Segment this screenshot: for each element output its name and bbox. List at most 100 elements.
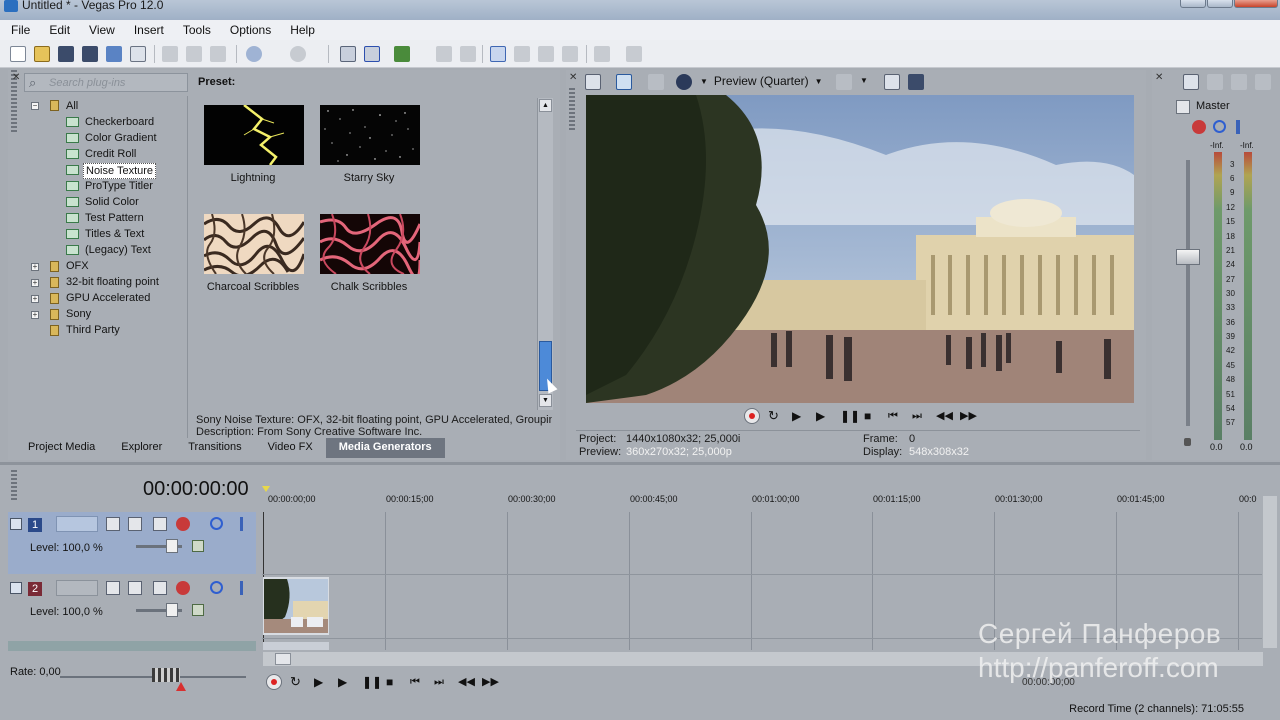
- motion-icon[interactable]: [128, 581, 142, 595]
- next-frame-icon[interactable]: ▶▶: [960, 408, 977, 424]
- loop-playback-icon[interactable]: ↻: [768, 408, 784, 424]
- stop-icon[interactable]: ■: [386, 674, 402, 690]
- menu-options[interactable]: Options: [219, 23, 279, 37]
- preview-fx-icon[interactable]: [676, 74, 692, 90]
- compositing-icon[interactable]: [153, 517, 167, 531]
- tab-video-fx[interactable]: Video FX: [255, 438, 326, 458]
- level-slider-handle[interactable]: [166, 603, 178, 617]
- preview-properties-icon[interactable]: [585, 74, 601, 90]
- track-options-icon[interactable]: [192, 540, 204, 552]
- tree-item-third-party[interactable]: Third Party: [66, 324, 120, 336]
- tree-item-protype-titler[interactable]: ProType Titler: [85, 180, 153, 192]
- timeline-grip[interactable]: [11, 470, 17, 500]
- external-monitor-icon[interactable]: [616, 74, 632, 90]
- help-pointer-icon[interactable]: [626, 46, 642, 62]
- overlays-icon[interactable]: [836, 74, 852, 90]
- close-panel-icon[interactable]: ✕: [12, 72, 20, 83]
- tree-item-ofx[interactable]: OFX: [66, 260, 89, 272]
- close-preview-icon[interactable]: ✕: [569, 72, 577, 83]
- playhead-marker-icon[interactable]: [262, 486, 270, 492]
- tab-media-generators[interactable]: Media Generators: [325, 438, 445, 458]
- save-snapshot-icon[interactable]: [908, 74, 924, 90]
- track-mute-icon[interactable]: [210, 581, 223, 594]
- ignore-grouping-icon[interactable]: [460, 46, 476, 62]
- time-ruler[interactable]: 00:00:00;00 00:00:15;00 00:00:30;00 00:0…: [262, 494, 1262, 512]
- normal-edit-tool-icon[interactable]: [490, 46, 506, 62]
- tab-explorer[interactable]: Explorer: [108, 438, 175, 458]
- tree-item-32bit[interactable]: 32-bit floating point: [66, 276, 159, 288]
- tree-item-test-pattern[interactable]: Test Pattern: [85, 212, 144, 224]
- master-fx-icon[interactable]: [1192, 120, 1206, 134]
- menu-tools[interactable]: Tools: [172, 23, 219, 37]
- track-3-header-partial[interactable]: [8, 641, 256, 651]
- master-lock-icon[interactable]: [1184, 438, 1191, 446]
- wand-icon[interactable]: [594, 46, 610, 62]
- go-to-start-icon[interactable]: ⏮: [410, 674, 426, 690]
- track-name-field[interactable]: [56, 580, 98, 596]
- open-folder-icon[interactable]: [34, 46, 50, 62]
- tree-item-credit-roll[interactable]: Credit Roll: [85, 148, 136, 160]
- overlays-dropdown-icon[interactable]: ▼: [860, 76, 868, 85]
- expand-32bit-toggle[interactable]: +: [31, 279, 39, 287]
- menu-file[interactable]: File: [0, 23, 38, 37]
- go-to-start-icon[interactable]: ⏮: [888, 408, 904, 424]
- preset-thumb-starry-sky[interactable]: [320, 105, 420, 165]
- tree-item-solid-color[interactable]: Solid Color: [85, 196, 139, 208]
- close-master-icon[interactable]: ✕: [1155, 72, 1163, 83]
- track-minimize-icon[interactable]: [10, 582, 22, 594]
- play-from-start-icon[interactable]: ▶: [792, 408, 808, 424]
- search-input[interactable]: ⌕ Search plug-ins: [24, 73, 188, 92]
- undo-icon[interactable]: [246, 46, 262, 62]
- track-options-icon[interactable]: [192, 604, 204, 616]
- preset-thumb-lightning[interactable]: [204, 105, 304, 165]
- ripple-edit-icon[interactable]: [394, 46, 410, 62]
- record-button[interactable]: [744, 408, 760, 424]
- pause-icon[interactable]: ❚❚: [362, 674, 382, 690]
- collapse-all-toggle[interactable]: −: [31, 102, 39, 110]
- tree-item-color-gradient[interactable]: Color Gradient: [85, 132, 157, 144]
- master-properties-icon[interactable]: [1183, 74, 1199, 90]
- rate-slider-handle[interactable]: [152, 668, 180, 682]
- tree-item-sony[interactable]: Sony: [66, 308, 91, 320]
- timecode-display[interactable]: 00:00:00:00: [143, 478, 249, 501]
- tree-item-titles-text[interactable]: Titles & Text: [85, 228, 144, 240]
- preview-quality-dropdown[interactable]: ▼ Preview (Quarter) ▼: [700, 72, 823, 90]
- next-frame-icon[interactable]: ▶▶: [482, 674, 499, 690]
- preset-thumb-chalk-scribbles[interactable]: [320, 214, 420, 274]
- track-mute-icon[interactable]: [210, 517, 223, 530]
- play-from-start-icon[interactable]: ▶: [314, 674, 330, 690]
- menu-view[interactable]: View: [78, 23, 123, 37]
- master-fader-handle[interactable]: [1176, 249, 1200, 265]
- tab-transitions[interactable]: Transitions: [175, 438, 254, 458]
- scroll-up-arrow-icon[interactable]: ▲: [539, 99, 552, 112]
- copy-icon[interactable]: [186, 46, 202, 62]
- copy-snapshot-icon[interactable]: [884, 74, 900, 90]
- motion-icon[interactable]: [128, 517, 142, 531]
- track-solo-icon[interactable]: [240, 517, 243, 531]
- video-clip[interactable]: [263, 577, 329, 635]
- close-button[interactable]: [1234, 0, 1278, 8]
- dim-output-icon[interactable]: [1231, 74, 1247, 90]
- tab-project-media[interactable]: Project Media: [15, 438, 108, 458]
- expand-gpu-toggle[interactable]: +: [31, 295, 39, 303]
- downmix-icon[interactable]: [1207, 74, 1223, 90]
- track-2-header[interactable]: 2 Level: 100,0 %: [8, 576, 256, 638]
- snapping-icon[interactable]: [340, 46, 356, 62]
- envelope-edit-tool-icon[interactable]: [514, 46, 530, 62]
- master-mute-icon[interactable]: [1213, 120, 1226, 133]
- new-file-icon[interactable]: [10, 46, 26, 62]
- loop-playback-icon[interactable]: ↻: [290, 674, 306, 690]
- master-solo-icon[interactable]: [1236, 120, 1240, 134]
- video-clip-2[interactable]: [263, 642, 329, 650]
- save-icon[interactable]: [58, 46, 74, 62]
- maximize-button[interactable]: [1207, 0, 1233, 8]
- render-icon[interactable]: [106, 46, 122, 62]
- tree-item-legacy-text[interactable]: (Legacy) Text: [85, 244, 151, 256]
- record-button[interactable]: [266, 674, 282, 690]
- scroll-down-arrow-icon[interactable]: ▼: [539, 394, 552, 407]
- compositing-icon[interactable]: [153, 581, 167, 595]
- previous-frame-icon[interactable]: ◀◀: [458, 674, 475, 690]
- expand-sony-toggle[interactable]: +: [31, 311, 39, 319]
- pause-icon[interactable]: ❚❚: [840, 408, 860, 424]
- play-icon[interactable]: ▶: [816, 408, 832, 424]
